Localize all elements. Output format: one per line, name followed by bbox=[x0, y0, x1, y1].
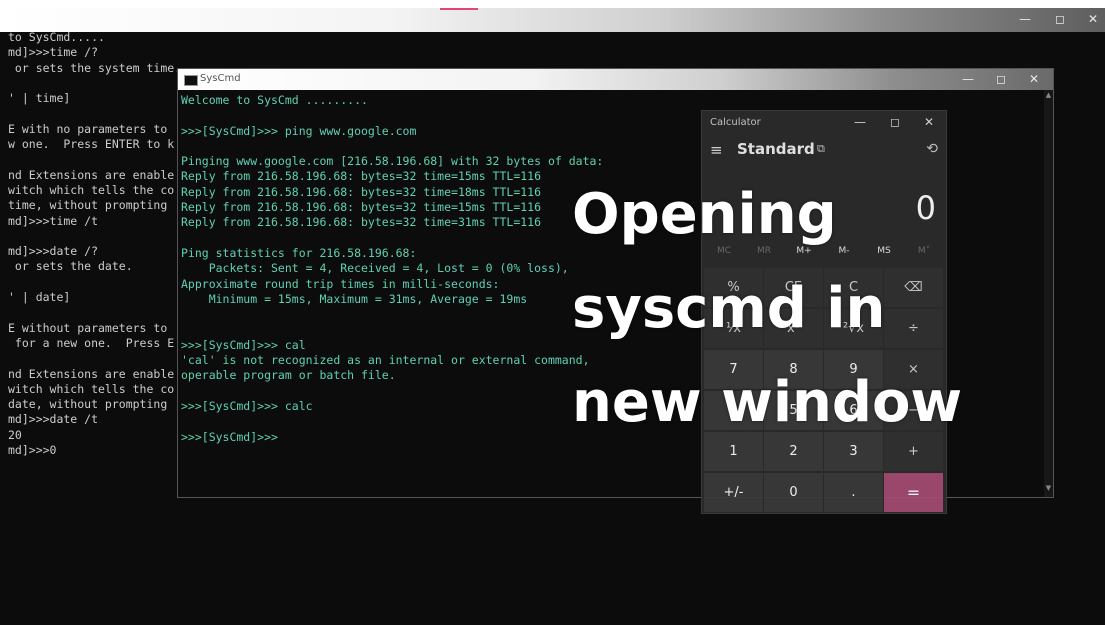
calculator-title: Calculator bbox=[710, 117, 761, 128]
console-line: for a new one. Press E bbox=[8, 335, 175, 350]
calculator-mode-title: Standard bbox=[737, 140, 815, 158]
scroll-up-icon[interactable]: ▲ bbox=[1044, 91, 1053, 103]
console-line: Welcome to SysCmd ......... bbox=[181, 93, 368, 107]
console-line: >>>[SysCmd]>>> calc bbox=[181, 398, 313, 413]
console-line: Reply from 216.58.196.68: bytes=32 time=… bbox=[181, 200, 542, 215]
keep-on-top-icon[interactable]: ⧉ bbox=[817, 142, 825, 156]
scroll-down-icon[interactable]: ▼ bbox=[1044, 484, 1053, 496]
console-line: or sets the date. bbox=[8, 259, 133, 274]
calc-close-button[interactable]: ✕ bbox=[919, 115, 939, 129]
titlebar-accent bbox=[440, 8, 478, 10]
syscmd-minimize-button[interactable]: — bbox=[958, 72, 978, 86]
console-line: Reply from 216.58.196.68: bytes=32 time=… bbox=[181, 184, 542, 199]
background-console-titlebar: — ◻ ✕ bbox=[0, 8, 1105, 32]
calc-key[interactable]: . bbox=[824, 473, 883, 512]
hamburger-icon[interactable]: ≡ bbox=[710, 141, 723, 159]
calc-maximize-button[interactable]: ◻ bbox=[885, 115, 905, 129]
console-line: >>>[SysCmd]>>> cal bbox=[181, 337, 306, 352]
syscmd-window-title: SysCmd bbox=[200, 73, 241, 84]
console-line: Packets: Sent = 4, Received = 4, Lost = … bbox=[181, 261, 569, 276]
calc-key[interactable]: +/- bbox=[704, 473, 763, 512]
console-line: w one. Press ENTER to k bbox=[8, 137, 175, 152]
caption-line: syscmd in bbox=[572, 276, 886, 341]
caption-line: Opening bbox=[572, 182, 837, 247]
console-line: Pinging www.google.com [216.58.196.68] w… bbox=[181, 154, 604, 169]
syscmd-titlebar: SysCmd — ◻ ✕ bbox=[178, 69, 1053, 90]
console-line: md]>>>time /t bbox=[8, 213, 99, 228]
calculator-titlebar: Calculator — ◻ ✕ bbox=[702, 111, 946, 135]
syscmd-scrollbar[interactable]: ▲ ▼ bbox=[1044, 90, 1053, 497]
console-line: E with no parameters to bbox=[8, 121, 168, 136]
bg-minimize-button[interactable]: — bbox=[1015, 12, 1035, 26]
console-line: md]>>>date /? bbox=[8, 244, 99, 259]
console-line: 20 bbox=[8, 427, 22, 442]
console-line: operable program or batch file. bbox=[181, 368, 396, 383]
console-line: time, without prompting bbox=[8, 198, 168, 213]
console-app-icon bbox=[184, 75, 198, 86]
console-line: date, without prompting bbox=[8, 397, 168, 412]
syscmd-close-button[interactable]: ✕ bbox=[1024, 72, 1044, 86]
calc-key[interactable]: = bbox=[884, 473, 943, 512]
caption-line: new window bbox=[572, 370, 963, 435]
overlay-caption: Opening syscmd in new window bbox=[572, 168, 962, 450]
background-console-output: to SysCmd..... md]>>>time /? or sets the … bbox=[8, 30, 181, 458]
console-line: to SysCmd..... bbox=[8, 30, 105, 44]
console-line: 'cal' is not recognized as an internal o… bbox=[181, 353, 590, 368]
console-line: nd Extensions are enable bbox=[8, 167, 175, 182]
console-line: Ping statistics for 216.58.196.68: bbox=[181, 245, 417, 260]
console-line: Approximate round trip times in milli-se… bbox=[181, 276, 500, 291]
calculator-header: ≡ Standard ⧉ ⟲ bbox=[702, 139, 946, 165]
console-line: ' | time] bbox=[8, 91, 71, 106]
console-line: md]>>>time /? bbox=[8, 45, 99, 60]
console-line: md]>>>0 bbox=[8, 443, 57, 458]
console-line: nd Extensions are enable bbox=[8, 366, 175, 381]
syscmd-console-output[interactable]: Welcome to SysCmd ......... >>>[SysCmd]>>… bbox=[181, 93, 603, 445]
console-line: witch which tells the co bbox=[8, 381, 175, 396]
console-line: E without parameters to bbox=[8, 320, 168, 335]
console-line: or sets the system time. bbox=[8, 60, 182, 75]
history-icon[interactable]: ⟲ bbox=[926, 141, 938, 157]
console-line: md]>>>date /t bbox=[8, 412, 99, 427]
console-line: Reply from 216.58.196.68: bytes=32 time=… bbox=[181, 169, 542, 184]
console-line: witch which tells the co bbox=[8, 182, 175, 197]
console-line: >>>[SysCmd]>>> ping www.google.com bbox=[181, 123, 417, 138]
console-line: ' | date] bbox=[8, 290, 71, 305]
calc-minimize-button[interactable]: — bbox=[850, 115, 870, 129]
bg-maximize-button[interactable]: ◻ bbox=[1050, 12, 1070, 26]
bg-close-button[interactable]: ✕ bbox=[1083, 12, 1103, 26]
syscmd-maximize-button[interactable]: ◻ bbox=[991, 72, 1011, 86]
console-line: Reply from 216.58.196.68: bytes=32 time=… bbox=[181, 215, 542, 230]
console-line: >>>[SysCmd]>>> bbox=[181, 429, 278, 444]
calc-key[interactable]: 0 bbox=[764, 473, 823, 512]
console-line: Minimum = 15ms, Maximum = 31ms, Average … bbox=[181, 291, 528, 306]
